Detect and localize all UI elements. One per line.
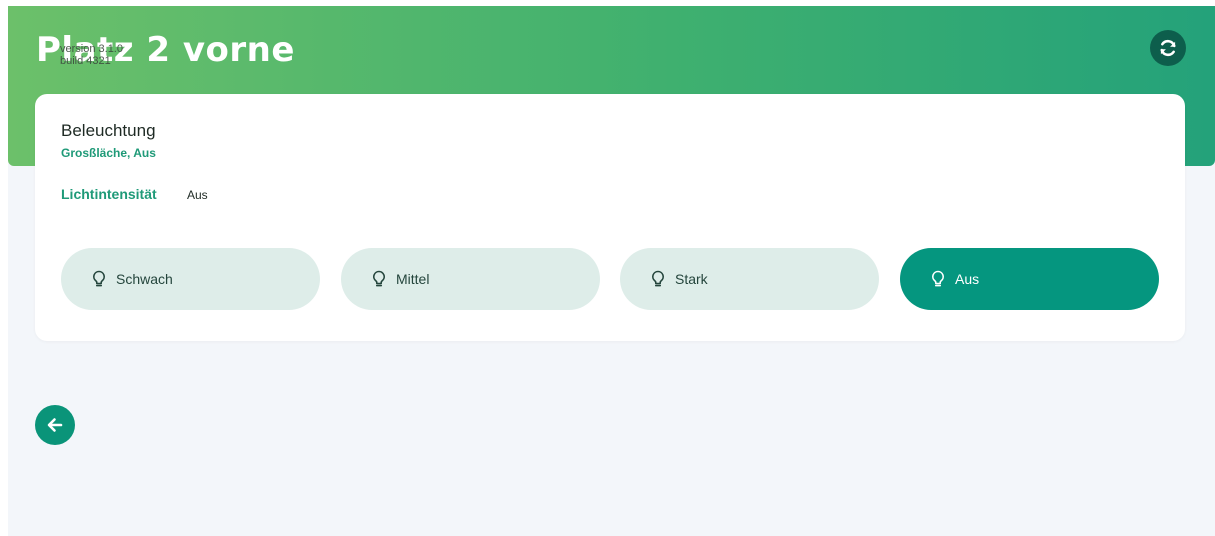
intensity-value: Aus bbox=[187, 188, 208, 202]
app-screen: Platz 2 vorne version 3.1.0 build 4321 B… bbox=[8, 6, 1215, 536]
card-subtitle: Grosßläche, Aus bbox=[61, 146, 156, 160]
option-schwach-button[interactable]: Schwach bbox=[61, 248, 320, 310]
refresh-icon bbox=[1160, 39, 1176, 57]
card-title: Beleuchtung bbox=[61, 121, 156, 140]
lightbulb-icon bbox=[91, 270, 107, 288]
back-button[interactable] bbox=[35, 405, 75, 445]
lighting-card: Beleuchtung Grosßläche, Aus Lichtintensi… bbox=[35, 94, 1185, 341]
option-label: Schwach bbox=[116, 271, 173, 287]
version-info: version 3.1.0 build 4321 bbox=[60, 43, 123, 67]
version-text: version 3.1.0 bbox=[60, 43, 123, 55]
option-aus-button[interactable]: Aus bbox=[900, 248, 1159, 310]
option-label: Mittel bbox=[396, 271, 430, 287]
arrow-left-icon bbox=[47, 418, 63, 432]
lightbulb-icon bbox=[371, 270, 387, 288]
option-label: Stark bbox=[675, 271, 708, 287]
lightbulb-icon bbox=[930, 270, 946, 288]
intensity-options: Schwach Mittel Stark Aus bbox=[61, 248, 1159, 310]
option-label: Aus bbox=[955, 271, 980, 287]
lightbulb-icon bbox=[650, 270, 666, 288]
build-text: build 4321 bbox=[60, 55, 111, 67]
option-mittel-button[interactable]: Mittel bbox=[341, 248, 600, 310]
refresh-button[interactable] bbox=[1150, 30, 1186, 66]
intensity-label: Lichtintensität bbox=[61, 186, 157, 202]
option-stark-button[interactable]: Stark bbox=[620, 248, 879, 310]
